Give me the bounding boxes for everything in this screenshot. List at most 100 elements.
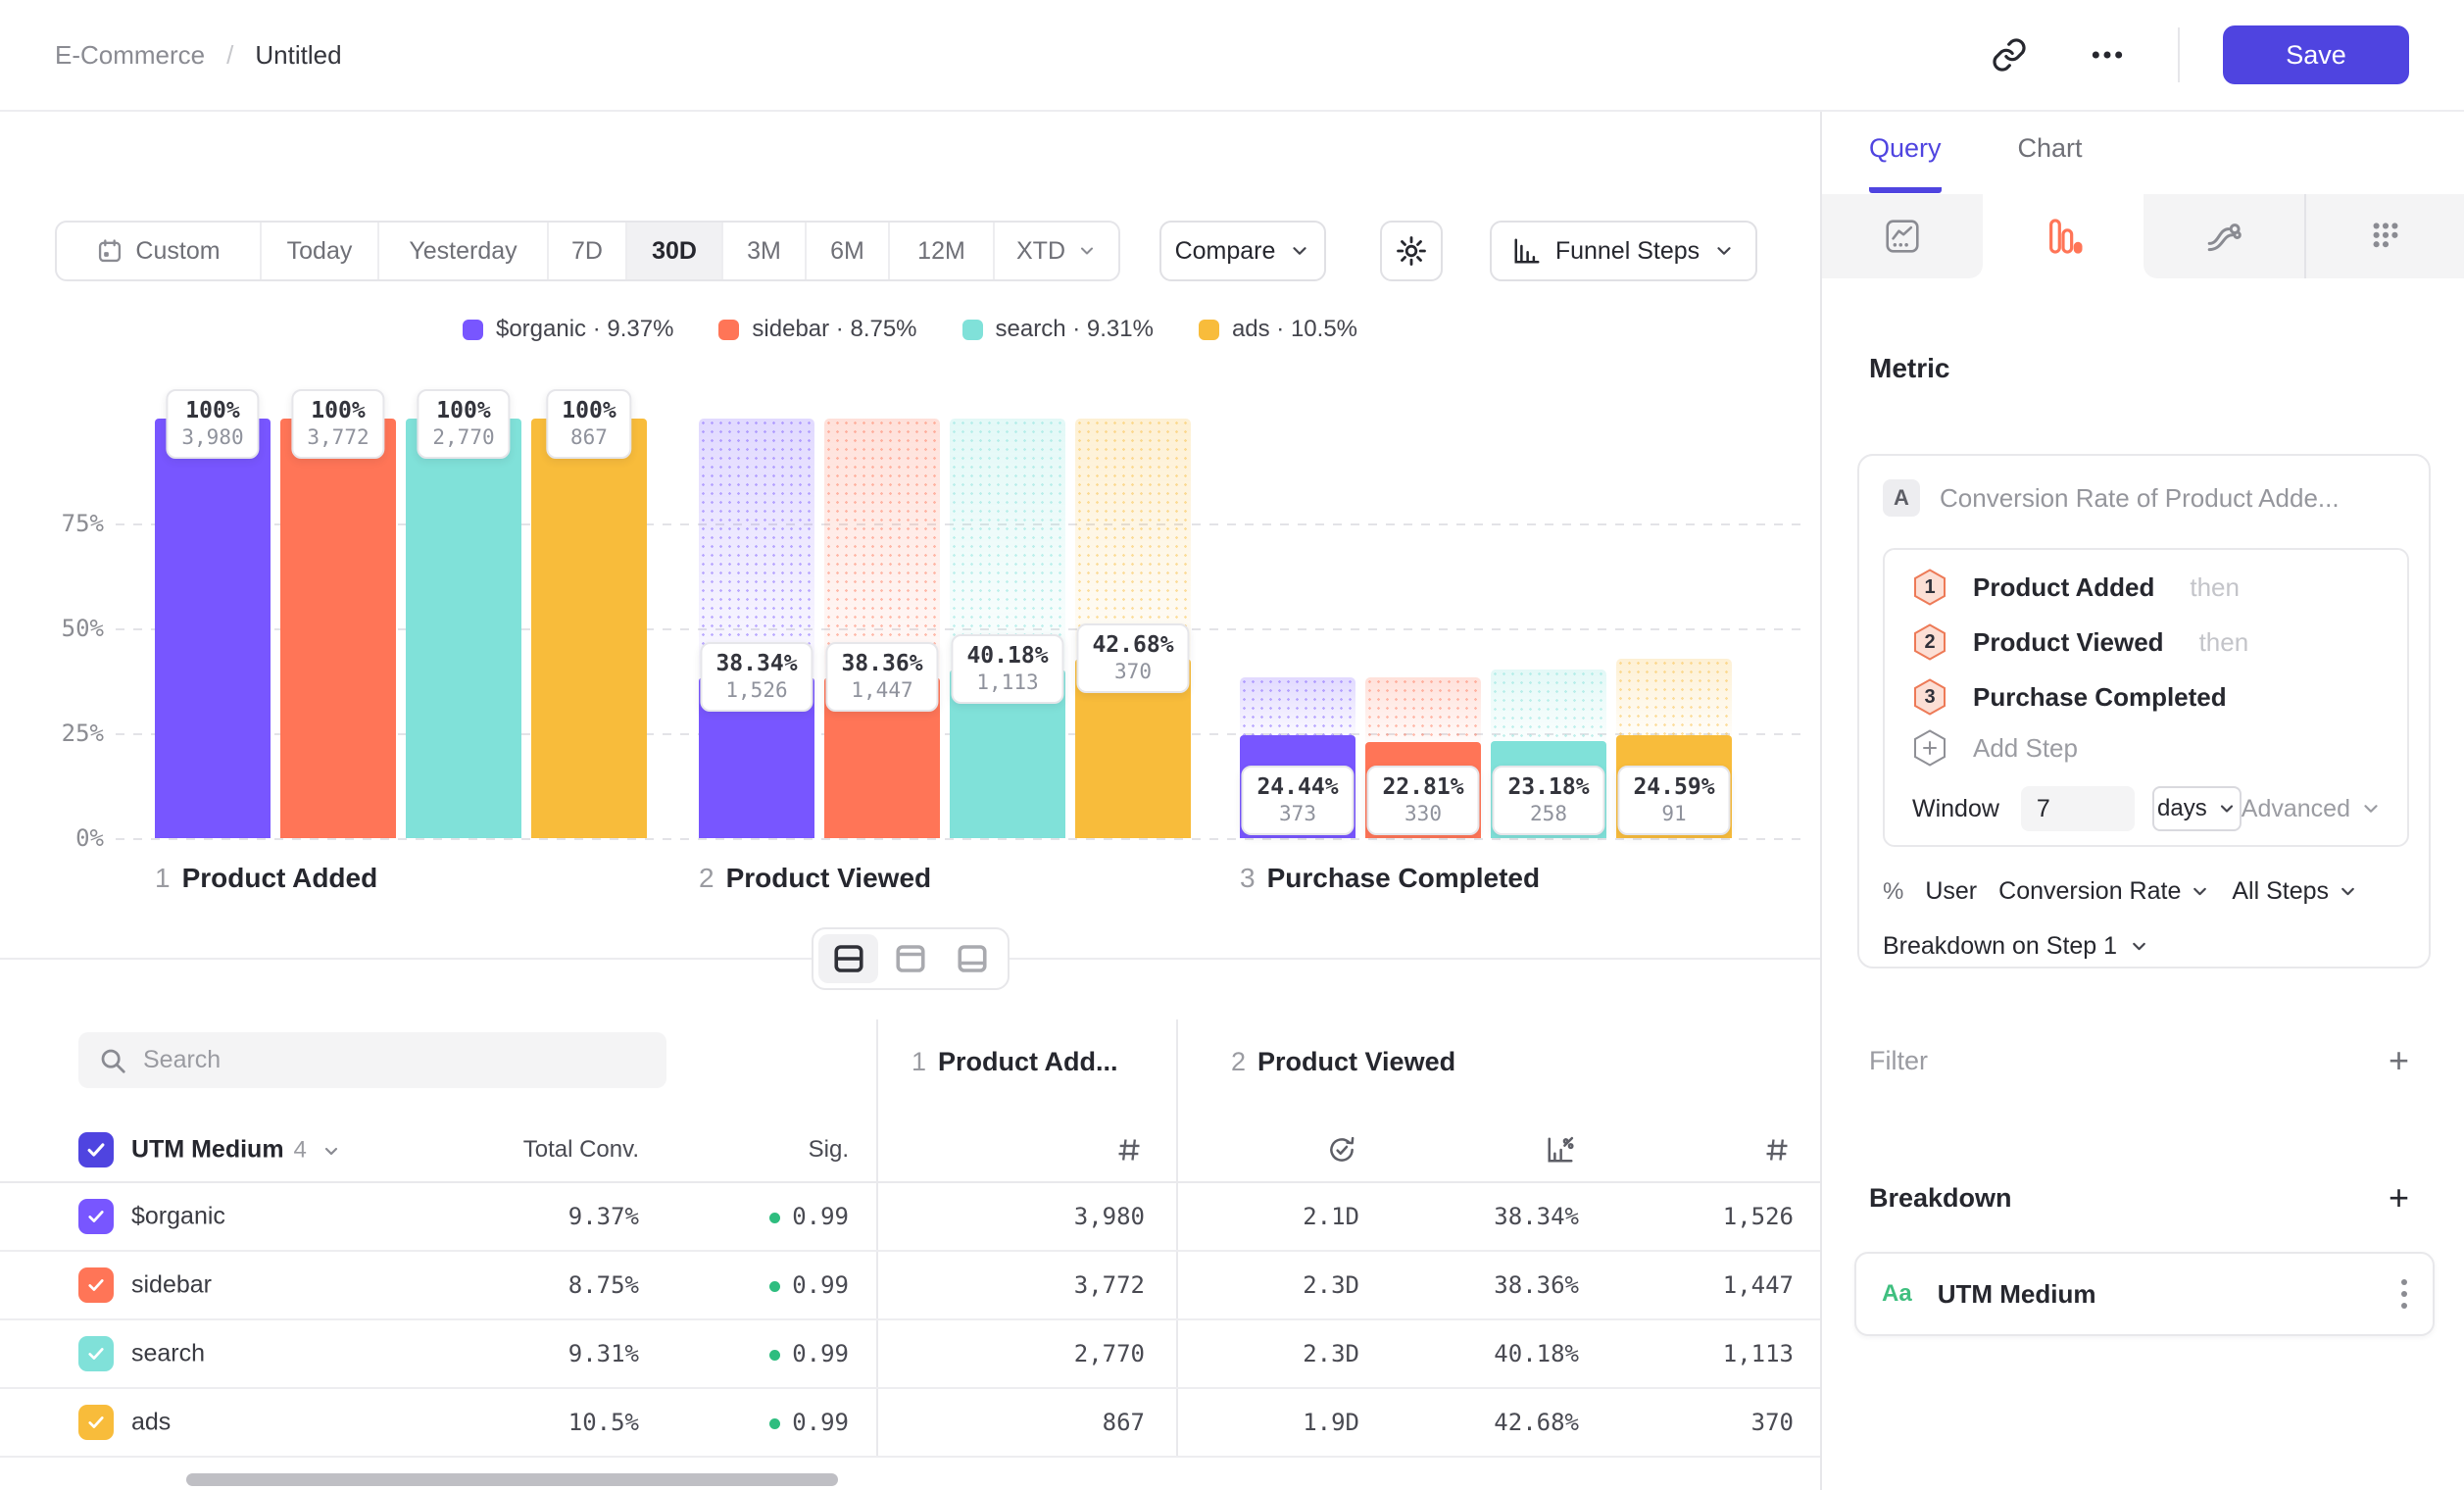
funnel-bar-search-step1[interactable]: [406, 419, 521, 838]
kebab-menu-icon[interactable]: [2401, 1279, 2407, 1309]
query-step-1[interactable]: 1Product Addedthen: [1912, 568, 2240, 607]
bar-conversion-pct: 100%: [432, 398, 494, 423]
tab-retention-report[interactable]: [2304, 194, 2464, 278]
row-breakdown-value[interactable]: sidebar: [131, 1271, 212, 1300]
steps-scope-selector[interactable]: All Steps: [2232, 877, 2358, 906]
funnel-bar-sidebar-step1[interactable]: [280, 419, 396, 838]
tab-query[interactable]: Query: [1869, 133, 1942, 193]
advanced-dropdown[interactable]: Advanced: [2242, 795, 2382, 823]
metric-card-header[interactable]: A Conversion Rate of Product Adde...: [1883, 479, 2340, 517]
date-range-custom[interactable]: Custom: [57, 223, 262, 279]
chart-settings-button[interactable]: [1380, 221, 1443, 281]
bar-value-label: 42.68%370: [1076, 623, 1189, 693]
funnel-bar-ads-step1[interactable]: [531, 419, 647, 838]
row-breakdown-value[interactable]: search: [131, 1340, 205, 1368]
row-checkbox[interactable]: [78, 1336, 114, 1371]
count-column-icon[interactable]: [1115, 1136, 1143, 1164]
add-breakdown-button[interactable]: +: [2389, 1180, 2409, 1216]
tab-flows-report[interactable]: [2144, 194, 2304, 278]
step-number: 3: [1240, 863, 1256, 893]
add-filter-button[interactable]: +: [2389, 1043, 2409, 1078]
copy-link-icon[interactable]: [1982, 27, 2037, 82]
count-column-icon[interactable]: [1763, 1136, 1791, 1164]
tab-insights-report[interactable]: [1822, 194, 1983, 278]
layout-chart-only-toggle[interactable]: [880, 934, 940, 983]
date-range-3m[interactable]: 3M: [723, 223, 807, 279]
legend-item-organic[interactable]: $organic · 9.37%: [463, 316, 673, 343]
check-icon: [86, 1413, 106, 1432]
window-value-input[interactable]: [2021, 786, 2135, 831]
date-range-yesterday[interactable]: Yesterday: [379, 223, 549, 279]
bar-count: 3,980: [181, 425, 243, 449]
chart-type-button[interactable]: Funnel Steps: [1490, 221, 1757, 281]
date-range-6m[interactable]: 6M: [807, 223, 890, 279]
breakdown-heading: Breakdown: [1869, 1183, 2012, 1214]
bar-count: 91: [1633, 802, 1714, 825]
funnel-steps-card: 1Product Addedthen 2Product Viewedthen 3Pu…: [1883, 548, 2409, 847]
breakdown-on-step-selector[interactable]: Breakdown on Step 1: [1883, 932, 2149, 961]
save-button[interactable]: Save: [2223, 25, 2409, 84]
legend-swatch: [962, 320, 983, 340]
breakdown-count: 4: [294, 1136, 307, 1163]
metric-section-heading: Metric: [1869, 353, 1949, 384]
breakdown-column-header[interactable]: UTM Medium4: [131, 1135, 341, 1164]
bottom-panel-view-icon: [955, 941, 990, 976]
horizontal-scrollbar-thumb[interactable]: [186, 1473, 838, 1486]
funnel-ghost-bar: [950, 419, 1065, 670]
layout-table-only-toggle[interactable]: [943, 934, 1003, 983]
breakdown-property-card[interactable]: Aa UTM Medium: [1854, 1252, 2435, 1336]
table-search-input[interactable]: Search: [78, 1032, 666, 1088]
bar-conversion-pct: 24.59%: [1633, 774, 1714, 800]
time-to-convert-column-icon[interactable]: [1327, 1135, 1356, 1165]
tab-chart[interactable]: Chart: [2018, 133, 2083, 193]
bar-count: 1,526: [715, 678, 797, 702]
window-unit-select[interactable]: days: [2152, 786, 2242, 831]
more-options-icon[interactable]: [2080, 27, 2135, 82]
date-range-today[interactable]: Today: [262, 223, 379, 279]
entity-selector[interactable]: User: [1925, 877, 1977, 906]
cell-step2-conv: 38.36%: [1494, 1271, 1579, 1299]
conversion-rate-column-icon[interactable]: [1546, 1135, 1575, 1165]
add-step-hex-icon: [1912, 728, 1947, 768]
gear-icon: [1395, 234, 1428, 268]
query-step-event-name: Purchase Completed: [1973, 682, 2227, 713]
date-range-30d[interactable]: 30D: [627, 223, 723, 279]
cell-step2-conv: 42.68%: [1494, 1409, 1579, 1436]
tab-funnels-report[interactable]: [1983, 194, 2144, 278]
bar-conversion-pct: 42.68%: [1092, 632, 1173, 658]
layout-split-toggle[interactable]: [818, 934, 878, 983]
bar-count: 3,772: [307, 425, 369, 449]
row-checkbox[interactable]: [78, 1199, 114, 1234]
compare-button[interactable]: Compare: [1159, 221, 1326, 281]
row-breakdown-value[interactable]: ads: [131, 1409, 171, 1437]
legend-item-ads[interactable]: ads · 10.5%: [1199, 316, 1357, 343]
chevron-down-icon: [1289, 240, 1310, 262]
total-conv-column-header[interactable]: Total Conv.: [523, 1136, 639, 1164]
row-checkbox[interactable]: [78, 1405, 114, 1440]
query-step-2[interactable]: 2Product Viewedthen: [1912, 622, 2248, 662]
date-range-xtd[interactable]: XTD: [995, 223, 1118, 279]
funnel-bar-organic-step1[interactable]: [155, 419, 271, 838]
breadcrumb-project[interactable]: E-Commerce: [55, 40, 205, 71]
bar-count: 2,770: [432, 425, 494, 449]
select-all-checkbox[interactable]: [78, 1132, 114, 1167]
row-breakdown-value[interactable]: $organic: [131, 1203, 225, 1231]
breadcrumb-report-title[interactable]: Untitled: [255, 40, 341, 71]
bar-count: 1,447: [841, 678, 922, 702]
measurement-selector[interactable]: Conversion Rate: [1998, 877, 2210, 906]
date-range-12m[interactable]: 12M: [890, 223, 995, 279]
query-panel: Query Chart: [1820, 112, 2464, 1490]
date-range-7d[interactable]: 7D: [549, 223, 627, 279]
cell-step2-count: 1,526: [1723, 1203, 1794, 1230]
legend-item-sidebar[interactable]: sidebar · 8.75%: [718, 316, 916, 343]
row-checkbox[interactable]: [78, 1267, 114, 1303]
step-hexagon-badge: 2: [1912, 622, 1947, 662]
query-step-3[interactable]: 3Purchase Completed: [1912, 677, 2227, 717]
step-name: Purchase Completed: [1267, 863, 1541, 893]
add-step-button[interactable]: Add Step: [1912, 728, 2078, 768]
sig-column-header[interactable]: Sig.: [809, 1136, 849, 1164]
legend-item-search[interactable]: search · 9.31%: [962, 316, 1154, 343]
chart-percent-icon: [1546, 1135, 1575, 1165]
bar-conversion-pct: 100%: [562, 398, 616, 423]
check-icon: [85, 1139, 107, 1161]
